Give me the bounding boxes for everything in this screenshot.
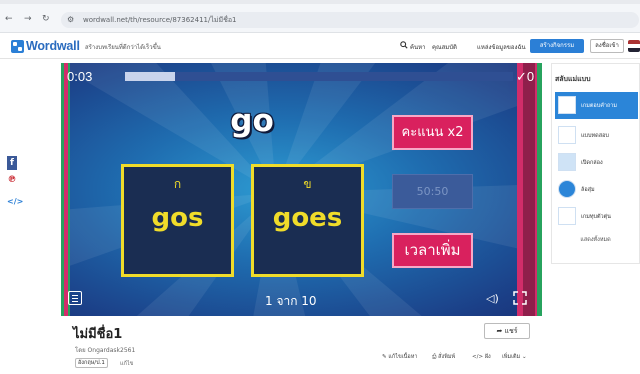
page-counter: 1 จาก 10 <box>265 294 317 308</box>
game-stage: 0:03 ✓0 go ก gos ข goes คะแนน x2 50:50 เ… <box>61 63 542 316</box>
back-arrow-icon[interactable]: ← <box>5 14 13 24</box>
logo-text: Wordwall <box>26 39 80 53</box>
edit-content-label: แก้ไขเนื้อหา <box>388 354 418 360</box>
wordwall-logo-icon <box>11 39 24 53</box>
create-activity-button[interactable]: สร้างกิจกรรม <box>530 39 584 53</box>
activity-title: ไม่มีชื่อ1 <box>73 327 123 342</box>
template-label: ล้อสุ่ม <box>581 187 595 193</box>
my-activities-link[interactable]: แหล่งข้อมูลของฉัน <box>477 42 526 52</box>
embed-link[interactable]: </> ฝัง <box>472 353 491 361</box>
right-border <box>517 63 542 316</box>
whack-thumbnail-icon <box>558 207 576 225</box>
template-label: เกมตอบคำถาม <box>581 103 618 109</box>
score: ✓0 <box>516 69 535 84</box>
facebook-share-icon[interactable]: f <box>7 156 17 170</box>
wheel-thumbnail-icon <box>558 180 576 198</box>
search-link[interactable]: ค้นหา <box>410 42 425 52</box>
site-header: Wordwall สร้างบทเรียนที่ดีกว่าได้เร็วขึ้… <box>0 33 640 59</box>
wordwall-logo[interactable]: Wordwall <box>11 39 80 53</box>
language-flag-icon[interactable] <box>628 40 640 52</box>
extra-time-button[interactable]: เวลาเพิ่ม <box>392 233 473 268</box>
sound-icon[interactable]: ◁) <box>486 292 500 305</box>
progress-fill <box>125 72 176 81</box>
share-button[interactable]: ➦ แชร์ <box>484 323 530 339</box>
activity-author[interactable]: โดย Ongardask2561 <box>75 345 135 355</box>
edit-tags-link[interactable]: แก้ไข <box>120 360 133 368</box>
show-all-link[interactable]: แสดงทั้งหมด <box>552 236 639 244</box>
template-label: เกมทุบตัวตุ่น <box>581 214 611 220</box>
double-points-button[interactable]: คะแนน x2 <box>392 115 473 150</box>
edit-content-link[interactable]: ✎ แก้ไขเนื้อหา <box>382 353 417 361</box>
screen: ← → ↻ ⚙ wordwall.net/th/resource/8736241… <box>0 0 640 374</box>
embed-share-icon[interactable]: </> <box>7 195 23 209</box>
left-border <box>61 63 70 316</box>
template-item-whack[interactable]: เกมทุบตัวตุ่น <box>555 203 638 230</box>
template-label: แบบทดสอบ <box>581 133 609 139</box>
login-button[interactable]: ลงชื่อเข้า <box>590 39 624 53</box>
answer-box-a[interactable]: ก gos <box>121 164 234 277</box>
timer: 0:03 <box>67 69 93 84</box>
pinterest-share-icon[interactable]: ℗ <box>7 173 17 187</box>
panel-title: สลับแม่แบบ <box>555 75 591 83</box>
quiz-thumbnail-icon <box>558 96 576 114</box>
print-label: สั่งพิมพ์ <box>438 354 456 360</box>
more-label: เพิ่มเติม <box>502 354 521 360</box>
menu-icon[interactable] <box>68 291 82 305</box>
template-item-test[interactable]: แบบทดสอบ <box>555 122 638 149</box>
progress-bar <box>125 72 513 81</box>
forward-arrow-icon[interactable]: → <box>24 14 32 24</box>
embed-label: ฝัง <box>484 354 491 360</box>
share-label: แชร์ <box>504 327 518 335</box>
template-label: เปิดกล่อง <box>581 160 603 166</box>
boxes-thumbnail-icon <box>558 153 576 171</box>
answer-letter: ก <box>173 177 182 191</box>
tab-strip <box>0 0 640 4</box>
activity-tag[interactable]: อังกฤษ/ป.1 <box>75 358 108 368</box>
address-bar[interactable]: ⚙ wordwall.net/th/resource/87362411/ไม่ม… <box>61 12 639 28</box>
share-arrow-icon: ➦ <box>496 327 505 335</box>
browser-chrome: ← → ↻ ⚙ wordwall.net/th/resource/8736241… <box>0 0 640 33</box>
switch-template-panel: สลับแม่แบบ เกมตอบคำถาม แบบทดสอบ เปิดกล่อ… <box>551 63 640 264</box>
url-text: wordwall.net/th/resource/87362411/ไม่มีช… <box>83 16 237 24</box>
print-link[interactable]: ⎙ สั่งพิมพ์ <box>432 353 455 361</box>
site-info-icon[interactable]: ⚙ <box>67 15 79 25</box>
features-link[interactable]: คุณสมบัติ <box>432 42 457 52</box>
answer-box-b[interactable]: ข goes <box>251 164 364 277</box>
answer-letter: ข <box>303 177 312 191</box>
template-item-quiz[interactable]: เกมตอบคำถาม <box>555 92 638 119</box>
fifty-fifty-button[interactable]: 50:50 <box>392 174 473 209</box>
test-thumbnail-icon <box>558 126 576 144</box>
template-item-open-box[interactable]: เปิดกล่อง <box>555 149 638 176</box>
fullscreen-icon[interactable] <box>513 291 527 305</box>
answer-text: gos <box>151 203 204 233</box>
reload-icon[interactable]: ↻ <box>42 14 50 24</box>
template-item-wheel[interactable]: ล้อสุ่ม <box>555 176 638 203</box>
search-icon[interactable] <box>400 41 408 49</box>
header-tagline: สร้างบทเรียนที่ดีกว่าได้เร็วขึ้น <box>85 44 161 51</box>
more-link[interactable]: เพิ่มเติม ⌄ <box>502 353 527 361</box>
answer-text: goes <box>272 203 343 233</box>
question-word: go <box>230 103 274 139</box>
